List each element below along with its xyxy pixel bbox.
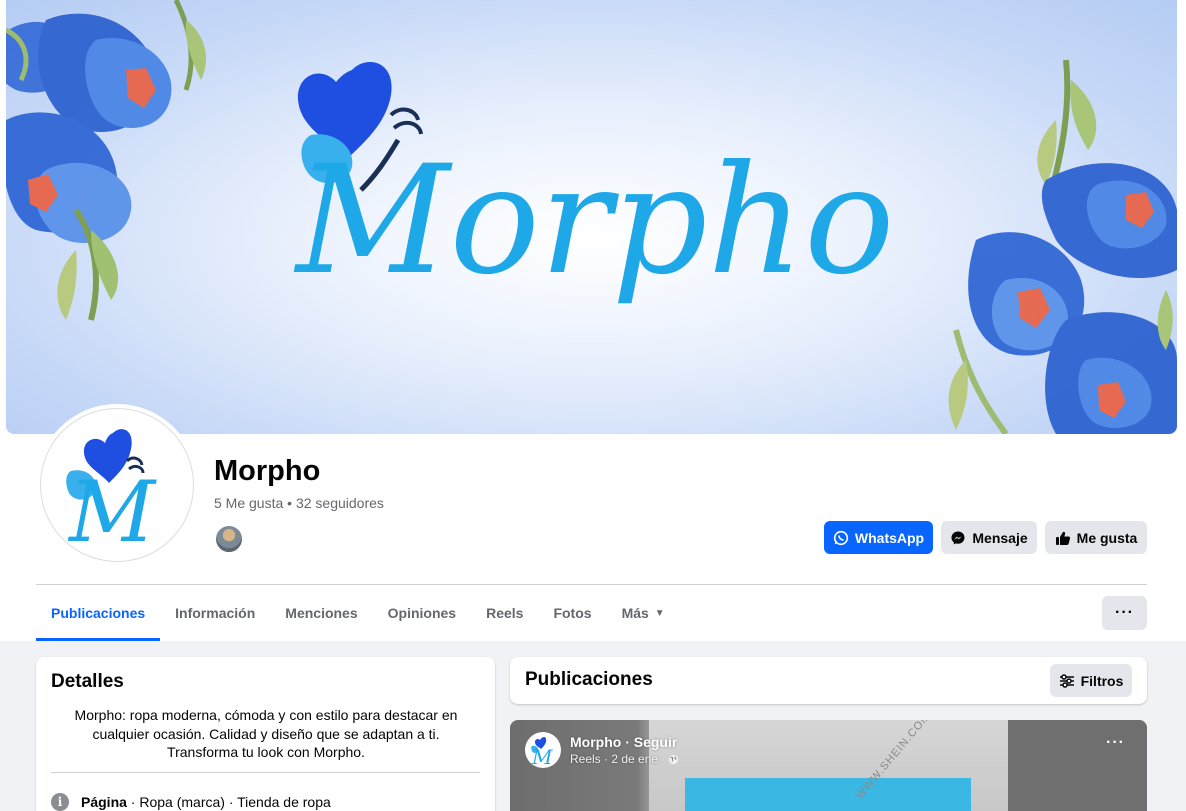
tab-informacion[interactable]: Información [160, 585, 270, 641]
svg-text:M: M [67, 463, 157, 561]
globe-icon [669, 754, 679, 764]
flowers-left [6, 0, 206, 321]
whatsapp-icon [833, 530, 848, 545]
tab-label: Opiniones [387, 605, 457, 621]
reel-garment [685, 778, 971, 811]
tab-label: Publicaciones [51, 605, 146, 621]
filter-icon [1059, 673, 1074, 688]
svg-text:Morpho: Morpho [293, 134, 895, 308]
page-title: Morpho [214, 455, 321, 487]
page-stats[interactable]: 5 Me gusta • 32 seguidores [214, 495, 384, 511]
cover-photo[interactable]: Morpho [6, 0, 1177, 434]
morpho-logo-icon: M [531, 737, 553, 768]
details-divider [51, 772, 480, 773]
morpho-logo-icon: M [66, 429, 157, 561]
page-category-value: · Ropa (marca) · Tienda de ropa [126, 794, 331, 810]
page-category-text: Página · Ropa (marca) · Tienda de ropa [81, 794, 331, 810]
tab-fotos[interactable]: Fotos [538, 585, 606, 641]
reel-backdrop [1008, 720, 1147, 811]
posts-title: Publicaciones [525, 669, 653, 690]
reel-meta: Reels · 2 de ene · [570, 752, 679, 766]
like-label: Me gusta [1076, 529, 1138, 546]
page-category-row: i Página · Ropa (marca) · Tienda de ropa [51, 793, 331, 811]
posts-header-card: Publicaciones Filtros [510, 657, 1147, 704]
reel-more-options[interactable]: ··· [1106, 734, 1125, 752]
tab-label: Más [621, 605, 649, 621]
reel-post[interactable]: WWW.SHEIN.COM M Morpho · Seguir Reels · … [510, 720, 1147, 811]
tab-opiniones[interactable]: Opiniones [373, 585, 471, 641]
filters-label: Filtros [1080, 672, 1124, 689]
details-card: Detalles Morpho: ropa moderna, cómoda y … [36, 657, 495, 811]
details-title: Detalles [51, 671, 124, 692]
whatsapp-button[interactable]: WhatsApp [824, 521, 933, 554]
tab-label: Fotos [553, 605, 592, 621]
follower-avatar[interactable] [214, 524, 244, 554]
flowers-right [948, 59, 1177, 434]
messenger-icon [951, 531, 965, 544]
more-options-button[interactable]: ··· [1102, 596, 1147, 630]
page-bio: Morpho: ropa moderna, cómoda y con estil… [74, 707, 458, 760]
message-button[interactable]: Mensaje [941, 521, 1037, 554]
reel-author-title[interactable]: Morpho · Seguir [570, 734, 677, 750]
cover-art: Morpho [6, 0, 1177, 434]
tab-label: Reels [486, 605, 524, 621]
tab-publicaciones[interactable]: Publicaciones [36, 585, 161, 641]
profile-picture[interactable]: M [36, 404, 198, 566]
svg-text:M: M [531, 745, 553, 768]
like-button[interactable]: Me gusta [1045, 521, 1147, 554]
tab-menciones[interactable]: Menciones [270, 585, 372, 641]
tab-label: Menciones [285, 605, 358, 621]
message-label: Mensaje [972, 529, 1028, 546]
info-icon: i [51, 793, 69, 811]
tab-mas[interactable]: Más ▼ [607, 585, 680, 641]
filters-button[interactable]: Filtros [1050, 664, 1132, 697]
page-category-label: Página [81, 794, 127, 810]
tab-label: Información [175, 605, 256, 621]
cover-logo: Morpho [293, 62, 895, 308]
reel-thumbnail[interactable]: WWW.SHEIN.COM [649, 720, 1008, 811]
reel-meta-text: Reels · 2 de ene · [570, 752, 666, 766]
tab-reels[interactable]: Reels [471, 585, 538, 641]
whatsapp-label: WhatsApp [854, 529, 925, 546]
reel-author-avatar[interactable]: M [525, 732, 561, 768]
thumbs-up-icon [1055, 531, 1070, 545]
caret-down-icon: ▼ [654, 607, 665, 619]
profile-tabs: Publicaciones Información Menciones Opin… [36, 585, 680, 641]
